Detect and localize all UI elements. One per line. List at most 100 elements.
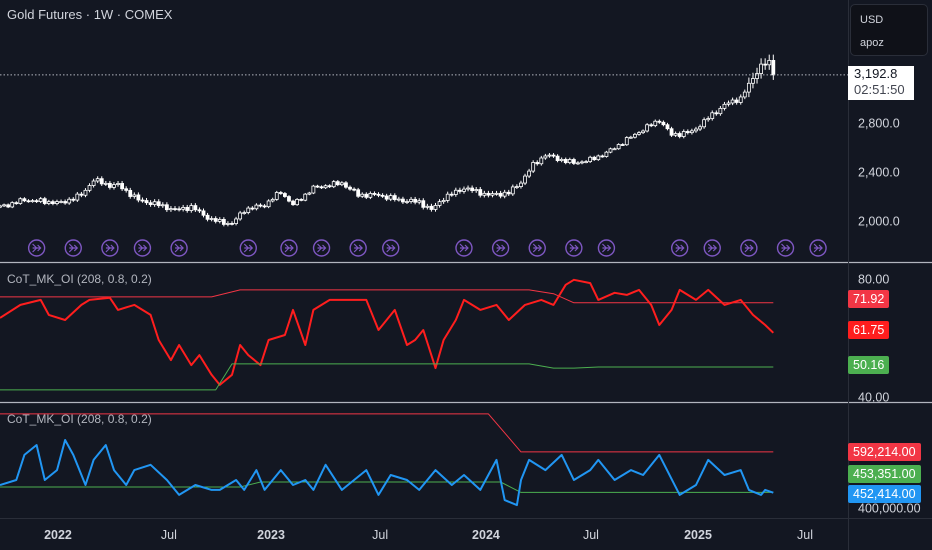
- candle-body: [702, 119, 707, 128]
- y-tick-label: 80.00: [858, 272, 889, 286]
- index-value-tag: 61.75: [848, 321, 890, 339]
- candle-body: [144, 200, 149, 204]
- candle-body: [567, 159, 572, 164]
- candle-body: [226, 222, 230, 225]
- candle-body: [246, 207, 251, 213]
- candle-body: [685, 131, 690, 134]
- candle-body: [380, 194, 385, 197]
- candle-body: [262, 205, 267, 208]
- currency-unit-selector[interactable]: USD apoz: [850, 4, 928, 56]
- candle-body: [274, 192, 279, 200]
- candle-body: [547, 154, 552, 157]
- candle-body: [14, 202, 19, 205]
- candle-body: [690, 130, 694, 134]
- candle-body: [767, 60, 772, 66]
- candle-body: [10, 202, 15, 208]
- candle-body: [592, 156, 597, 161]
- candle-body: [734, 99, 739, 103]
- candle-body: [356, 189, 361, 197]
- time-tick-label: Jul: [797, 528, 813, 542]
- candle-body: [673, 133, 678, 136]
- candle-body: [311, 185, 316, 194]
- candle-body: [405, 201, 409, 203]
- candle-body: [173, 208, 177, 210]
- candle-body: [67, 198, 72, 204]
- candle-body: [335, 181, 340, 186]
- candle-body: [620, 144, 625, 146]
- candle-body: [331, 181, 336, 188]
- oi-upper-value-tag: 592,214.00: [848, 443, 921, 461]
- candle-body: [209, 218, 214, 220]
- candle-body: [75, 193, 80, 201]
- oi-lower-value-tag: 453,351.00: [848, 465, 921, 483]
- candle-body: [645, 124, 650, 132]
- candle-body: [128, 189, 133, 197]
- candle-body: [498, 192, 503, 197]
- candle-body: [612, 148, 617, 151]
- candle-body: [751, 78, 755, 84]
- last-price-value: 3,192.8: [854, 66, 898, 81]
- candle-body: [494, 192, 499, 195]
- indicator-1-title[interactable]: CoT_MK_OI (208, 0.8, 0.2): [7, 272, 152, 286]
- candle-body: [205, 214, 210, 220]
- candle-body: [26, 200, 31, 203]
- candle-body: [388, 195, 393, 200]
- candle-body: [722, 103, 727, 109]
- candle-body: [506, 191, 511, 195]
- candle-body: [46, 201, 51, 204]
- candle-body: [555, 155, 560, 161]
- candle-body: [230, 222, 234, 225]
- candle-body: [0, 205, 2, 208]
- candle-body: [417, 200, 422, 203]
- candle-body: [466, 187, 470, 190]
- candle-body: [437, 201, 442, 206]
- candle-body: [160, 204, 165, 207]
- candle-body: [771, 60, 776, 76]
- candle-body: [291, 200, 295, 206]
- candle-body: [299, 199, 304, 201]
- candle-body: [71, 198, 76, 201]
- candle-body: [746, 82, 751, 93]
- candle-body: [63, 201, 68, 204]
- candle-body: [116, 183, 120, 185]
- candle-body: [474, 189, 479, 192]
- candle-body: [295, 199, 300, 206]
- candle-body: [510, 186, 515, 195]
- candle-body: [42, 198, 47, 204]
- candle-body: [584, 161, 588, 164]
- candle-body: [201, 210, 206, 216]
- candle-body: [372, 193, 377, 195]
- candle-body: [120, 183, 124, 190]
- candle-body: [95, 178, 100, 182]
- candle-body: [140, 199, 145, 202]
- candle-body: [258, 204, 263, 207]
- candle-body: [726, 102, 731, 105]
- candle-body: [339, 182, 344, 186]
- indicator-2-title[interactable]: CoT_MK_OI (208, 0.8, 0.2): [7, 412, 152, 426]
- candle-body: [278, 192, 283, 194]
- candle-body: [409, 198, 413, 202]
- candle-body: [193, 205, 198, 211]
- candle-body: [616, 144, 621, 150]
- candle-body: [445, 193, 450, 201]
- candle-body: [413, 198, 418, 203]
- candle-body: [124, 188, 129, 191]
- candle-body: [148, 202, 153, 205]
- candle-body: [441, 200, 446, 203]
- candle-body: [478, 189, 483, 196]
- candle-body: [539, 157, 544, 165]
- time-tick-label: 2025: [684, 528, 712, 542]
- candle-body: [661, 121, 666, 126]
- time-tick-label: Jul: [161, 528, 177, 542]
- candle-body: [681, 131, 686, 137]
- candle-body: [132, 194, 137, 197]
- candle-body: [608, 148, 613, 153]
- y-tick-label: 2,400.0: [858, 165, 900, 179]
- chart-title: Gold Futures · 1W · COMEX: [7, 7, 173, 22]
- upper-band-value-tag: 71.92: [848, 290, 890, 308]
- candle-body: [449, 193, 454, 196]
- candle-body: [352, 188, 356, 191]
- candle-body: [87, 185, 92, 191]
- candle-body: [177, 208, 181, 211]
- time-tick-label: 2024: [472, 528, 500, 542]
